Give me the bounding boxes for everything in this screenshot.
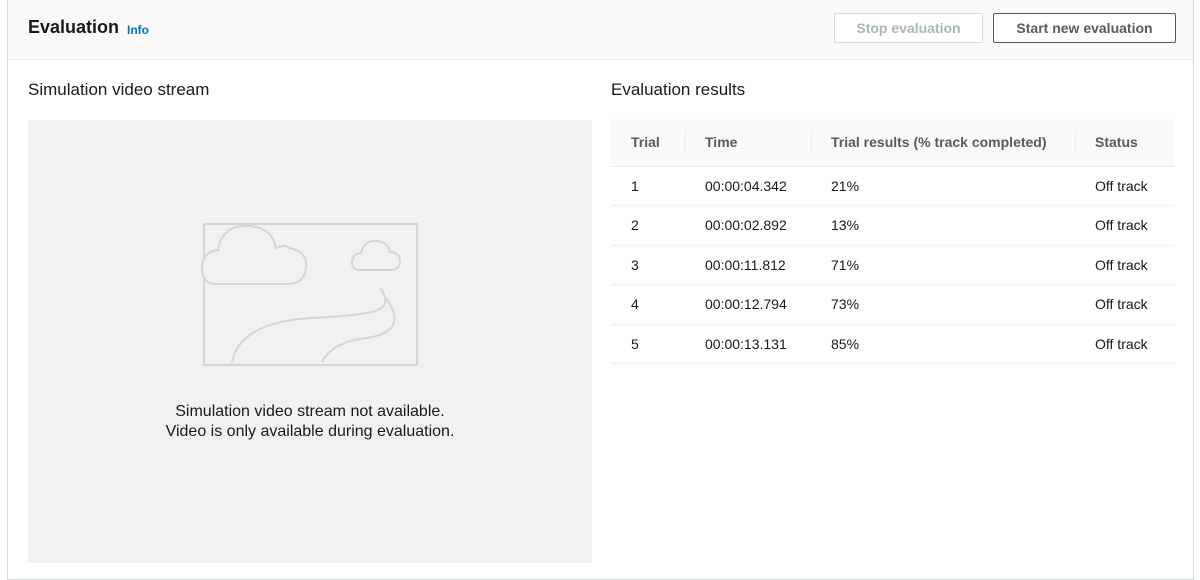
trial-cell: 4 [611, 284, 685, 325]
time-cell: 00:00:04.342 [685, 166, 811, 206]
table-row: 1 00:00:04.342 21% Off track [611, 166, 1175, 206]
result-cell: 13% [811, 205, 1075, 246]
image-placeholder-icon [200, 223, 418, 366]
results-section-title: Evaluation results [611, 80, 746, 99]
status-cell: Off track [1075, 205, 1175, 246]
time-cell: 00:00:13.131 [685, 324, 811, 364]
evaluation-results-table: Trial Time Trial results (% track comple… [611, 119, 1175, 364]
column-header-status: Status [1075, 119, 1175, 167]
table-header-row: Trial Time Trial results (% track comple… [611, 119, 1175, 167]
video-unavailable-message: Simulation video stream not available. [175, 403, 445, 420]
status-cell: Off track [1075, 166, 1175, 206]
trial-cell: 1 [611, 166, 685, 206]
trial-cell: 5 [611, 324, 685, 364]
status-cell: Off track [1075, 245, 1175, 285]
trial-cell: 2 [611, 205, 685, 246]
table-row: 4 00:00:12.794 73% Off track [611, 284, 1175, 325]
column-header-trial-results: Trial results (% track completed) [811, 119, 1075, 167]
time-cell: 00:00:11.812 [685, 245, 811, 285]
video-section-title: Simulation video stream [28, 80, 210, 99]
page-title: Evaluation [28, 17, 120, 37]
time-cell: 00:00:02.892 [685, 205, 811, 246]
table-row: 2 00:00:02.892 13% Off track [611, 205, 1175, 246]
column-header-trial: Trial [611, 119, 685, 167]
status-cell: Off track [1075, 324, 1175, 364]
status-cell: Off track [1075, 284, 1175, 325]
table-row: 5 00:00:13.131 85% Off track [611, 324, 1175, 364]
result-cell: 85% [811, 324, 1075, 364]
trial-cell: 3 [611, 245, 685, 285]
evaluation-panel: Evaluation Info Stop evaluation Start ne… [7, 0, 1194, 580]
table-row: 3 00:00:11.812 71% Off track [611, 245, 1175, 285]
time-cell: 00:00:12.794 [685, 284, 811, 325]
info-link[interactable]: Info [127, 23, 149, 37]
column-header-time: Time [685, 119, 811, 167]
stop-evaluation-button[interactable]: Stop evaluation [834, 13, 983, 43]
result-cell: 21% [811, 166, 1075, 206]
video-stream-area: Simulation video stream not available. V… [28, 120, 592, 563]
start-new-evaluation-button[interactable]: Start new evaluation [993, 13, 1176, 43]
panel-header: Evaluation Info Stop evaluation Start ne… [8, 0, 1193, 60]
result-cell: 71% [811, 245, 1075, 285]
video-availability-note: Video is only available during evaluatio… [165, 423, 455, 440]
result-cell: 73% [811, 284, 1075, 325]
